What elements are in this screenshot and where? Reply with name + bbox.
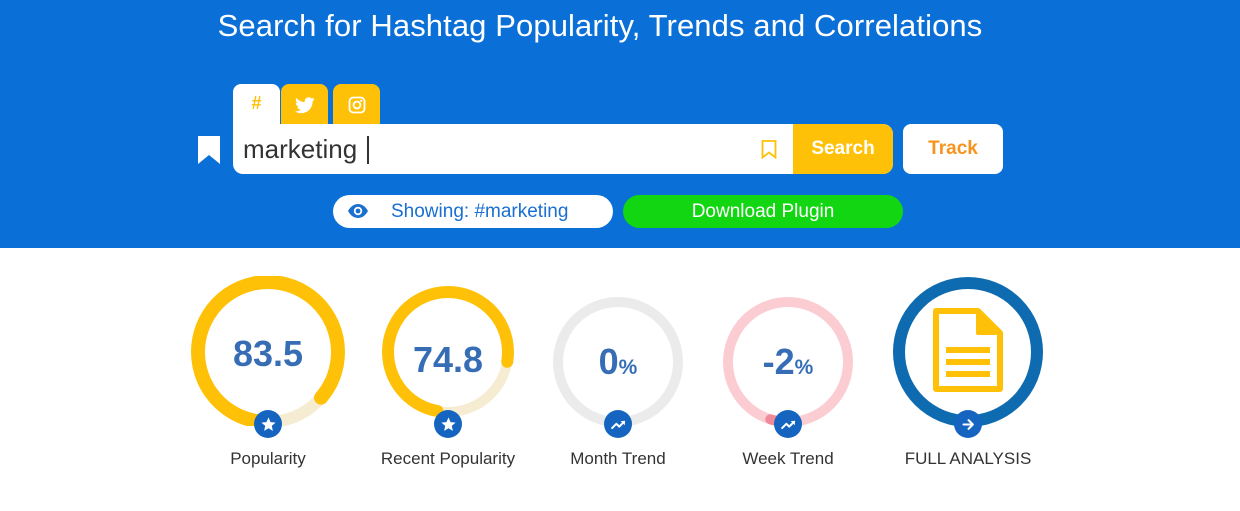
arrow-badge[interactable] [954,410,982,438]
metric-value: 0% [523,341,713,383]
metric-popularity: 83.5 Popularity [173,276,363,476]
metric-number: 0 [598,341,619,382]
metric-value: -2% [693,341,883,383]
tab-twitter[interactable] [281,84,328,126]
metric-month-trend: 0% Month Trend [523,276,713,476]
metric-value: 74.8 [353,339,543,381]
metric-label: FULL ANALYSIS [904,449,1032,468]
search-input[interactable] [243,124,743,174]
metric-unit: % [618,356,638,379]
download-plugin-button[interactable]: Download Plugin [623,195,903,228]
bookmark-icon[interactable] [761,140,777,159]
showing-text: Showing: #marketing [391,201,569,222]
metric-number: -2 [762,341,795,382]
hashtag-icon: # [251,92,262,113]
arrow-right-icon [962,418,974,430]
instagram-icon [348,96,365,114]
search-button[interactable]: Search [793,124,893,174]
page-title: Search for Hashtag Popularity, Trends an… [217,8,983,43]
metric-label: Recent Popularity [380,449,516,468]
metric-label: Week Trend [742,449,834,468]
metric-number: 83.5 [232,333,304,374]
trend-badge [774,410,802,438]
showing-pill[interactable]: Showing: #marketing [333,195,613,228]
metric-label: Popularity [230,449,306,468]
metric-unit: % [794,356,814,379]
full-analysis-link[interactable]: FULL ANALYSIS [873,276,1063,476]
search-bar: Search [233,124,893,174]
metric-value: 83.5 [173,333,363,375]
track-button[interactable]: Track [903,124,1003,174]
trend-icon [780,420,795,429]
tab-hashtag[interactable]: # [233,84,280,126]
hero-banner: Search for Hashtag Popularity, Trends an… [0,0,1240,248]
star-icon [260,416,276,431]
trend-badge [604,410,632,438]
metric-number: 74.8 [412,339,484,380]
metric-label: Month Trend [570,449,666,468]
trend-icon [610,420,625,429]
star-badge [434,410,462,438]
document-icon [933,308,1003,392]
eye-icon [348,204,368,218]
metric-week-trend: -2% Week Trend [693,276,883,476]
star-badge [254,410,282,438]
metric-recent-popularity: 74.8 Recent Popularity [353,276,543,476]
bookmark-icon[interactable] [198,136,220,164]
twitter-icon [294,96,315,113]
text-caret [367,136,369,164]
tab-instagram[interactable] [333,84,380,126]
star-icon [440,416,456,431]
